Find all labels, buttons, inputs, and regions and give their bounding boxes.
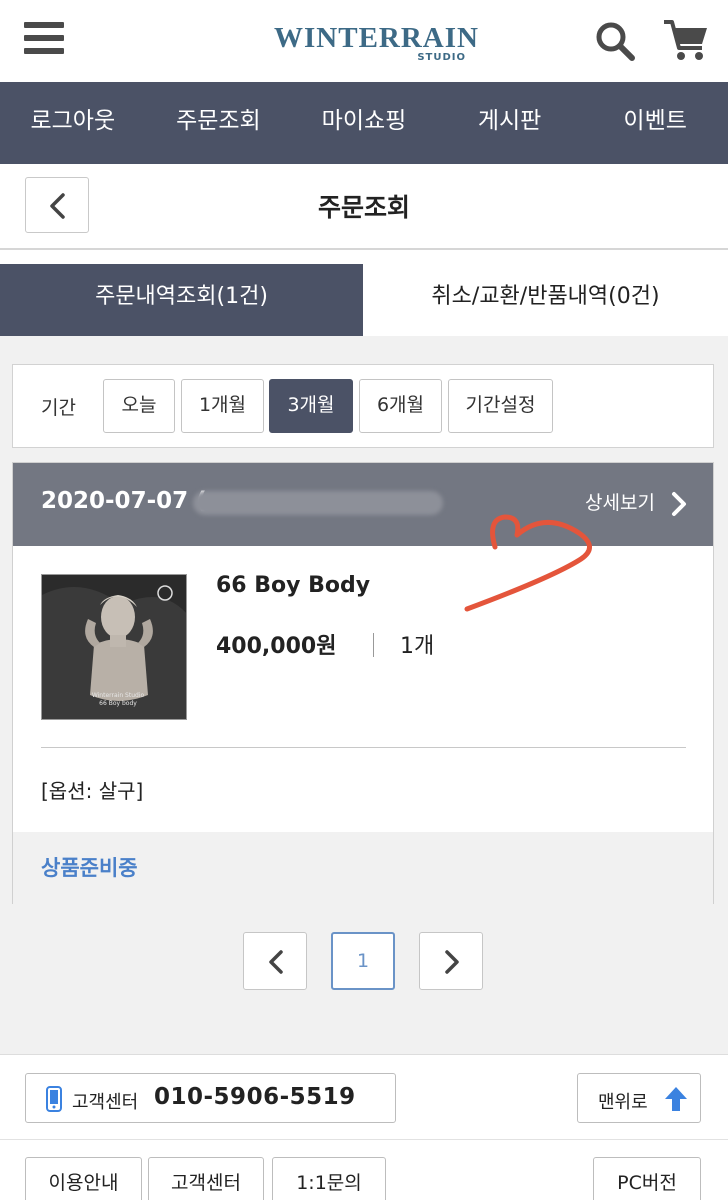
order-status-bar: 상품준비중	[13, 832, 713, 904]
period-6month-button[interactable]: 6개월	[359, 379, 442, 433]
footer-customer-center-button[interactable]: 고객센터	[148, 1157, 264, 1200]
logo[interactable]: WINTERRAIN STUDIO	[274, 22, 479, 66]
scroll-to-top-button[interactable]: 맨위로	[577, 1073, 701, 1123]
title-bar: 주문조회	[0, 164, 728, 250]
footer: 고객센터 010-5906-5519 맨위로 이용안내 고객센터 1:1문의 P…	[0, 1054, 728, 1200]
phone-icon	[46, 1086, 62, 1112]
footer-divider	[0, 1139, 728, 1140]
scroll-to-top-label: 맨위로	[598, 1092, 648, 1113]
footer-guide-button[interactable]: 이용안내	[25, 1157, 142, 1200]
period-label: 기간	[41, 397, 76, 419]
tab-order-history[interactable]: 주문내역조회(1건)	[0, 264, 363, 336]
customer-center-call-button[interactable]: 고객센터 010-5906-5519	[25, 1073, 396, 1123]
chevron-right-icon	[445, 950, 459, 974]
footer-inquiry-button[interactable]: 1:1문의	[272, 1157, 386, 1200]
period-custom-button[interactable]: 기간설정	[448, 379, 553, 433]
product-price: 400,000원	[216, 634, 337, 659]
order-card: 2020-07-07 ( 상세보기 Winterrain Studio 66 B…	[12, 462, 714, 904]
logo-sub-text: STUDIO	[417, 52, 466, 63]
product-option: [옵션: 살구]	[41, 779, 144, 803]
product-quantity: 1개	[400, 634, 435, 659]
thumb-caption-1: Winterrain Studio	[92, 692, 145, 699]
order-status: 상품준비중	[41, 856, 138, 880]
order-tabs: 주문내역조회(1건) 취소/교환/반품내역(0건)	[0, 264, 728, 336]
hand-drawn-heart-annotation	[464, 514, 592, 612]
arrow-up-icon	[665, 1087, 687, 1111]
order-header: 2020-07-07 ( 상세보기	[13, 463, 713, 546]
period-1month-button[interactable]: 1개월	[181, 379, 264, 433]
product-name[interactable]: 66 Boy Body	[216, 573, 370, 598]
pagination-page-1[interactable]: 1	[331, 932, 395, 990]
main-nav: 로그아웃 주문조회 마이쇼핑 게시판 이벤트	[0, 82, 728, 164]
header: WINTERRAIN STUDIO	[0, 0, 728, 82]
cart-icon[interactable]	[662, 18, 710, 62]
nav-item-logout[interactable]: 로그아웃	[0, 82, 146, 164]
pagination-next-button[interactable]	[419, 932, 483, 990]
pagination-prev-button[interactable]	[243, 932, 307, 990]
tab-cancel-exchange-return[interactable]: 취소/교환/반품내역(0건)	[363, 264, 728, 336]
product-thumbnail[interactable]: Winterrain Studio 66 Boy body	[41, 574, 187, 720]
chevron-right-icon[interactable]	[669, 489, 689, 519]
customer-center-number: 010-5906-5519	[154, 1084, 356, 1110]
period-today-button[interactable]: 오늘	[103, 379, 175, 433]
item-divider	[41, 747, 686, 748]
thumb-caption-2: 66 Boy body	[99, 700, 137, 707]
hamburger-menu-icon[interactable]	[24, 22, 64, 56]
price-quantity-divider	[373, 633, 374, 657]
nav-item-order-lookup[interactable]: 주문조회	[146, 82, 292, 164]
customer-center-label: 고객센터	[72, 1092, 139, 1113]
redacted-order-number	[193, 491, 443, 515]
nav-item-board[interactable]: 게시판	[437, 82, 583, 164]
page-title: 주문조회	[317, 193, 410, 222]
nav-item-my-shopping[interactable]: 마이쇼핑	[291, 82, 437, 164]
chevron-left-icon	[269, 950, 283, 974]
logo-main-text: WINTERRAIN	[274, 22, 479, 54]
product-figure-image: Winterrain Studio 66 Boy body	[42, 575, 186, 719]
period-filter: 기간 오늘 1개월 3개월 6개월 기간설정	[12, 364, 714, 448]
order-detail-link[interactable]: 상세보기	[585, 488, 655, 515]
pc-version-button[interactable]: PC버전	[593, 1157, 701, 1200]
order-date: 2020-07-07 (	[41, 488, 207, 514]
period-3month-button[interactable]: 3개월	[269, 379, 353, 433]
search-icon[interactable]	[594, 20, 636, 62]
nav-item-event[interactable]: 이벤트	[582, 82, 728, 164]
